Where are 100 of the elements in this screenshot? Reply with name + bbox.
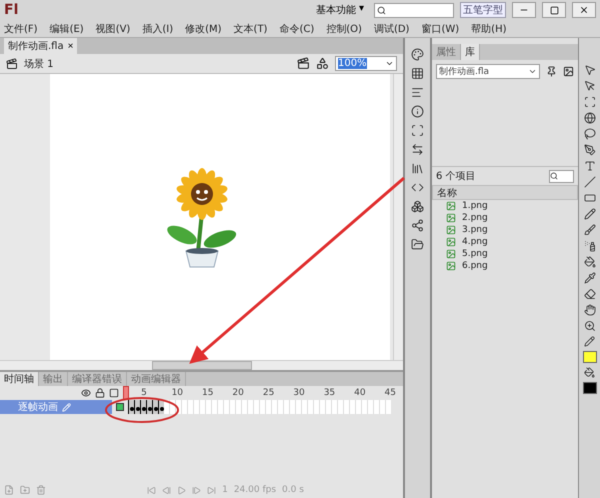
library-search-field[interactable] bbox=[549, 170, 574, 182]
hand-icon[interactable] bbox=[584, 304, 596, 316]
align-icon[interactable] bbox=[411, 86, 424, 99]
palette-icon[interactable] bbox=[411, 48, 424, 61]
pin-icon[interactable] bbox=[546, 66, 557, 77]
components-icon[interactable] bbox=[411, 200, 424, 213]
library-item[interactable]: 6.png bbox=[462, 261, 488, 271]
frame-track[interactable] bbox=[128, 400, 391, 414]
globe-icon[interactable] bbox=[584, 112, 596, 124]
line-icon[interactable] bbox=[584, 176, 596, 188]
library-item[interactable]: 3.png bbox=[462, 225, 488, 235]
library-item[interactable]: 4.png bbox=[462, 237, 488, 247]
frame-rate: 24.00 fps bbox=[234, 485, 276, 495]
menu-item[interactable]: 控制(O) bbox=[326, 22, 362, 36]
keyframe[interactable] bbox=[146, 400, 152, 414]
zoom-icon[interactable] bbox=[584, 320, 596, 332]
pointer-icon[interactable] bbox=[584, 64, 596, 76]
scene-icon bbox=[6, 58, 18, 70]
keyframe[interactable] bbox=[128, 400, 134, 414]
pen-icon[interactable] bbox=[584, 144, 596, 156]
transform-icon[interactable] bbox=[411, 124, 424, 137]
menu-item[interactable]: 调试(D) bbox=[374, 22, 410, 36]
menu-item[interactable]: 窗口(W) bbox=[421, 22, 460, 36]
info-icon[interactable] bbox=[411, 105, 424, 118]
keyframe[interactable] bbox=[140, 400, 146, 414]
outline-icon[interactable] bbox=[109, 388, 120, 398]
image-file-icon bbox=[446, 237, 456, 247]
image-file-icon bbox=[446, 261, 456, 271]
elapsed-time: 0.0 s bbox=[282, 485, 304, 495]
app-logo: Fl bbox=[4, 2, 18, 18]
frame-number: 10 bbox=[170, 388, 184, 398]
eyedropper-icon[interactable] bbox=[584, 272, 596, 284]
library-file-dropdown[interactable]: 制作动画.fla bbox=[436, 64, 540, 79]
nodes-icon[interactable] bbox=[411, 219, 424, 232]
menu-item[interactable]: 视图(V) bbox=[96, 22, 130, 36]
workspace-switcher[interactable]: 基本功能 ▾ bbox=[312, 3, 368, 17]
item-count: 6 个项目 bbox=[436, 170, 476, 183]
horizontal-scrollbar[interactable] bbox=[0, 360, 403, 370]
caret-icon bbox=[385, 59, 394, 68]
maximize-button[interactable] bbox=[542, 2, 566, 18]
library-item[interactable]: 2.png bbox=[462, 213, 488, 223]
eye-icon[interactable] bbox=[81, 388, 92, 398]
scene-name: 场景 1 bbox=[24, 58, 54, 70]
frame-number: 25 bbox=[262, 388, 276, 398]
code-icon[interactable] bbox=[411, 181, 424, 194]
image-file-icon bbox=[446, 213, 456, 223]
books-icon[interactable] bbox=[411, 162, 424, 175]
keyframe[interactable] bbox=[152, 400, 158, 414]
tab-close-button[interactable]: × bbox=[68, 40, 74, 52]
edit-scene-icon[interactable] bbox=[297, 57, 310, 70]
close-button[interactable] bbox=[572, 2, 596, 18]
free-transform-icon[interactable] bbox=[584, 96, 596, 108]
fill-bucket-icon[interactable] bbox=[584, 367, 595, 378]
paint-bucket-icon[interactable] bbox=[584, 256, 596, 268]
pencil-icon[interactable] bbox=[584, 208, 596, 220]
library-item[interactable]: 5.png bbox=[462, 249, 488, 259]
menu-item[interactable]: 帮助(H) bbox=[471, 22, 506, 36]
swap-icon[interactable] bbox=[411, 143, 424, 156]
menu-item[interactable]: 编辑(E) bbox=[50, 22, 84, 36]
keyframe[interactable] bbox=[158, 400, 164, 414]
menu-item[interactable]: 修改(M) bbox=[185, 22, 222, 36]
frame-number: 40 bbox=[353, 388, 367, 398]
image-file-icon bbox=[446, 249, 456, 259]
frame-number: 5 bbox=[140, 388, 148, 398]
lock-icon[interactable] bbox=[95, 388, 106, 398]
eraser-icon[interactable] bbox=[584, 288, 596, 300]
library-item[interactable]: 1.png bbox=[462, 201, 488, 211]
new-library-icon[interactable] bbox=[563, 66, 574, 77]
frame-number: 30 bbox=[292, 388, 306, 398]
search-icon bbox=[377, 6, 386, 14]
menu-item[interactable]: 命令(C) bbox=[279, 22, 314, 36]
zoom-field[interactable]: 100% bbox=[335, 56, 397, 71]
caret-icon bbox=[528, 67, 537, 76]
search-icon bbox=[550, 172, 558, 180]
panel-tab[interactable]: 库 bbox=[461, 44, 480, 60]
brush-icon[interactable] bbox=[584, 224, 596, 236]
menu-item[interactable]: 插入(I) bbox=[142, 22, 174, 36]
folder-icon[interactable] bbox=[411, 238, 424, 251]
grid-icon[interactable] bbox=[411, 67, 424, 80]
close-icon bbox=[579, 5, 589, 15]
layer-outline-swatch[interactable] bbox=[116, 403, 124, 411]
column-header[interactable]: 名称 bbox=[432, 185, 578, 200]
menu-item[interactable]: 文本(T) bbox=[234, 22, 268, 36]
pencil-icon bbox=[62, 402, 71, 412]
lasso-icon[interactable] bbox=[584, 128, 596, 140]
stroke-color-swatch[interactable] bbox=[582, 351, 596, 363]
ime-indicator[interactable]: 五笔字型 bbox=[460, 2, 506, 18]
fill-color-swatch[interactable] bbox=[582, 382, 596, 394]
keyframe[interactable] bbox=[134, 400, 140, 414]
subselect-icon[interactable] bbox=[584, 80, 596, 92]
text-icon[interactable] bbox=[584, 160, 596, 172]
panel-tab[interactable]: 时间轴 bbox=[0, 372, 39, 386]
frame-number: 45 bbox=[384, 388, 397, 398]
menu-item[interactable]: 文件(F) bbox=[4, 22, 38, 36]
search-field[interactable] bbox=[374, 2, 454, 18]
document-tab[interactable]: 制作动画.fla × bbox=[4, 38, 78, 54]
stroke-pencil-icon[interactable] bbox=[584, 336, 595, 347]
rectangle-icon[interactable] bbox=[584, 192, 596, 204]
vertical-scrollbar[interactable] bbox=[393, 74, 403, 360]
edit-symbol-icon[interactable] bbox=[316, 57, 329, 70]
